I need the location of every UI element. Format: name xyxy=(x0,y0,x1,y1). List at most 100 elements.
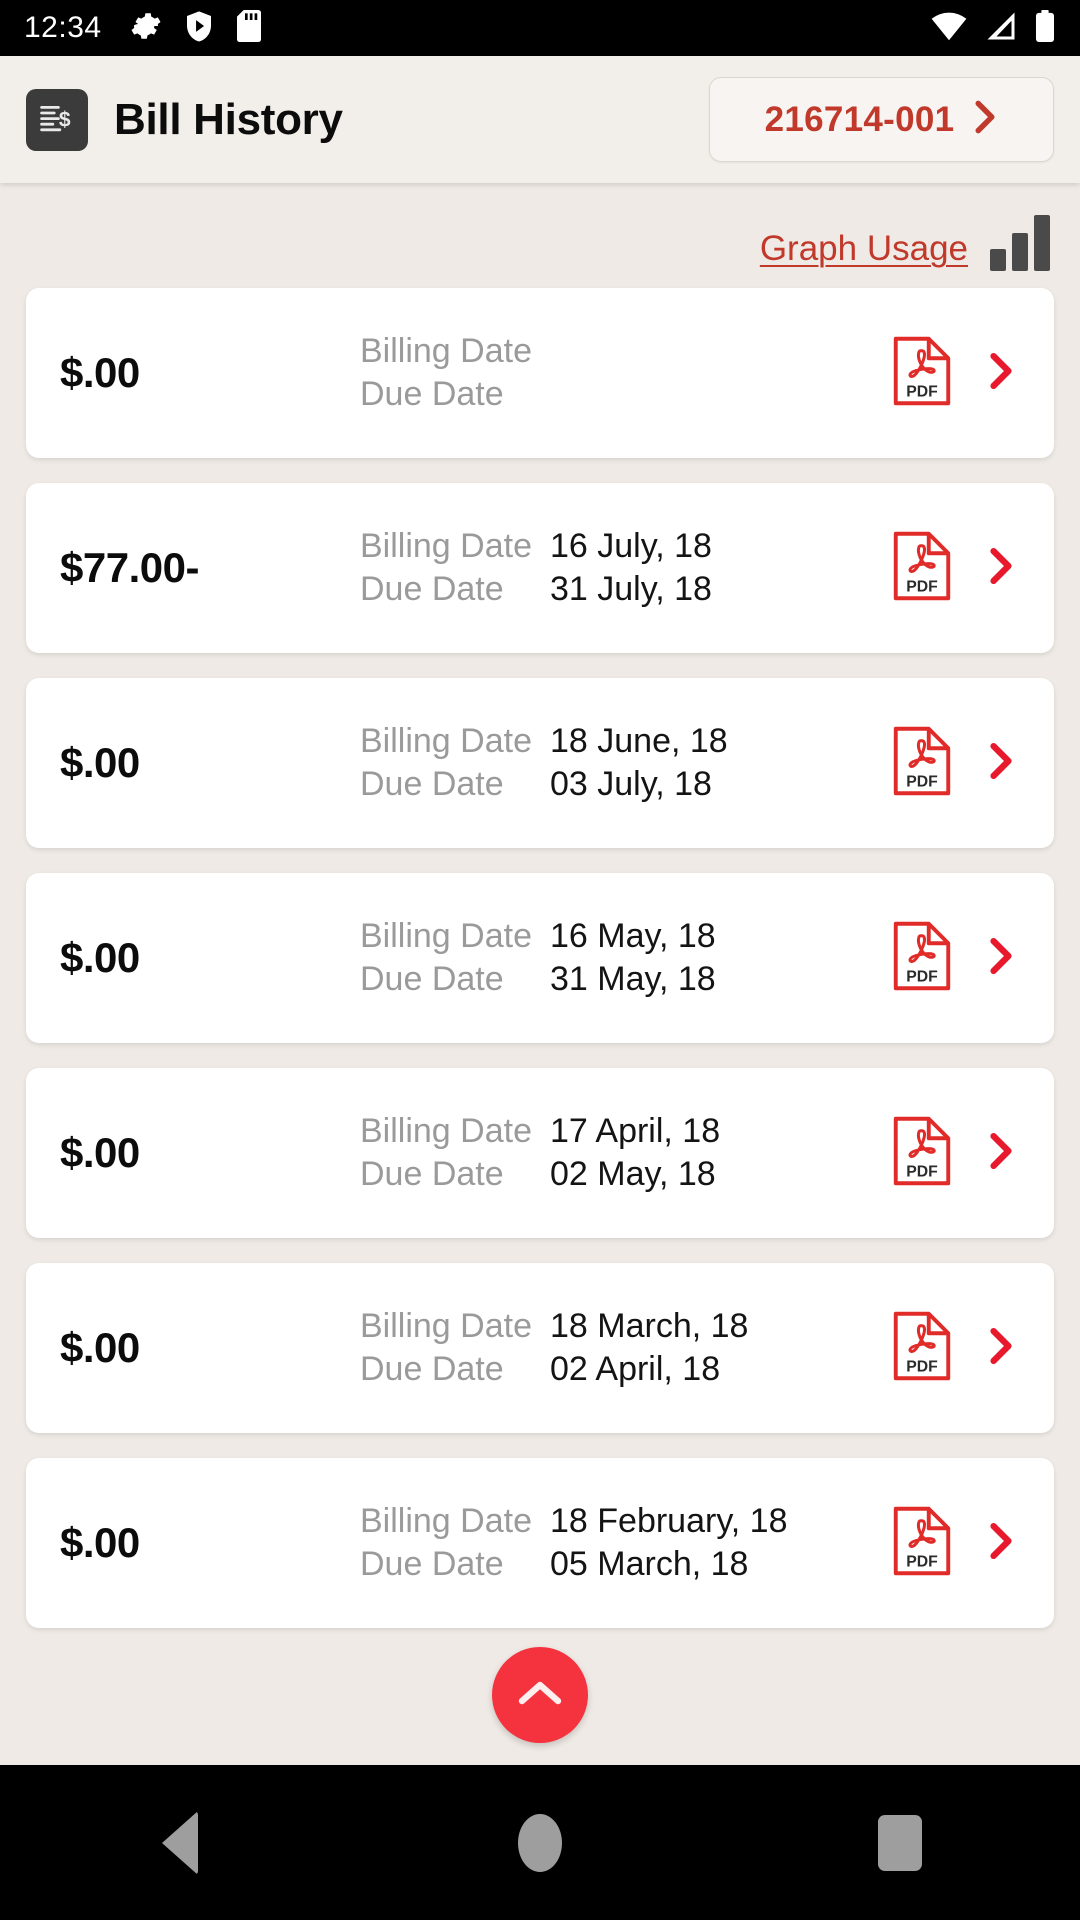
bill-dates: Billing Date 16 May, 18 Due Date 31 May,… xyxy=(360,917,892,999)
pdf-icon[interactable]: PDF xyxy=(892,920,952,997)
billing-date-line: Billing Date 16 July, 18 xyxy=(360,527,892,566)
bill-dates: Billing Date 17 April, 18 Due Date 02 Ma… xyxy=(360,1112,892,1194)
due-date-label: Due Date xyxy=(360,1155,504,1193)
billing-date-line: Billing Date 18 June, 18 xyxy=(360,722,892,761)
chevron-right-icon xyxy=(972,100,998,139)
row-actions: PDF xyxy=(892,920,1020,997)
home-circle-icon xyxy=(518,1813,562,1872)
bill-amount: $.00 xyxy=(60,934,140,981)
svg-text:$: $ xyxy=(59,108,71,131)
nav-back-button[interactable] xyxy=(110,1793,250,1893)
table-row[interactable]: $77.00- Billing Date 16 July, 18 Due Dat… xyxy=(26,483,1054,653)
table-row[interactable]: $.00 Billing Date 18 March, 18 Due Date … xyxy=(26,1263,1054,1433)
bill-amount: $.00 xyxy=(60,1129,140,1176)
graph-usage-link[interactable]: Graph Usage xyxy=(760,229,968,271)
due-date-line: Due Date 03 July, 18 xyxy=(360,765,892,804)
chevron-up-icon xyxy=(516,1676,564,1715)
row-chevron-right-icon[interactable] xyxy=(988,1132,1014,1175)
back-triangle-icon xyxy=(162,1810,198,1875)
svg-text:PDF: PDF xyxy=(906,1163,938,1180)
pdf-icon[interactable]: PDF xyxy=(892,725,952,802)
billing-date-line: Billing Date 17 April, 18 xyxy=(360,1112,892,1151)
billing-date-value: 18 March, 18 xyxy=(550,1307,749,1345)
table-row[interactable]: $.00 Billing Date 16 May, 18 Due Date 31… xyxy=(26,873,1054,1043)
bar-chart-icon[interactable] xyxy=(990,215,1050,271)
pdf-icon[interactable]: PDF xyxy=(892,335,952,412)
scroll-to-top-button[interactable] xyxy=(492,1647,588,1743)
due-date-value: 02 May, 18 xyxy=(550,1155,716,1193)
cellular-signal-icon xyxy=(984,11,1018,46)
bill-dates: Billing Date 18 March, 18 Due Date 02 Ap… xyxy=(360,1307,892,1389)
row-actions: PDF xyxy=(892,725,1020,802)
nav-home-button[interactable] xyxy=(470,1793,610,1893)
svg-text:PDF: PDF xyxy=(906,578,938,595)
row-actions: PDF xyxy=(892,1505,1020,1582)
billing-date-label: Billing Date xyxy=(360,527,532,565)
row-actions: PDF xyxy=(892,530,1020,607)
row-chevron-right-icon[interactable] xyxy=(988,352,1014,395)
billing-date-value: 17 April, 18 xyxy=(550,1112,721,1150)
due-date-label: Due Date xyxy=(360,375,504,413)
row-actions: PDF xyxy=(892,335,1020,412)
sd-card-icon xyxy=(236,9,262,47)
due-date-value: 02 April, 18 xyxy=(550,1350,721,1388)
due-date-line: Due Date xyxy=(360,375,892,414)
pdf-icon[interactable]: PDF xyxy=(892,530,952,607)
bill-amount: $77.00- xyxy=(60,544,199,591)
billing-date-value: 16 May, 18 xyxy=(550,917,716,955)
billing-date-line: Billing Date 18 March, 18 xyxy=(360,1307,892,1346)
row-chevron-right-icon[interactable] xyxy=(988,1327,1014,1370)
pdf-icon[interactable]: PDF xyxy=(892,1505,952,1582)
due-date-line: Due Date 02 May, 18 xyxy=(360,1155,892,1194)
phone-screen: 12:34 $ Bill History 216714-001 Graph Us… xyxy=(0,0,1080,1920)
bill-dates: Billing Date 16 July, 18 Due Date 31 Jul… xyxy=(360,527,892,609)
account-selector-button[interactable]: 216714-001 xyxy=(709,77,1054,162)
page-title: Bill History xyxy=(114,94,343,144)
due-date-label: Due Date xyxy=(360,570,504,608)
billing-date-line: Billing Date xyxy=(360,332,892,371)
status-bar-notification-icons xyxy=(130,9,262,47)
billing-date-label: Billing Date xyxy=(360,1307,532,1345)
billing-date-label: Billing Date xyxy=(360,722,532,760)
wifi-icon xyxy=(930,11,968,46)
svg-text:PDF: PDF xyxy=(906,773,938,790)
billing-date-label: Billing Date xyxy=(360,332,532,370)
due-date-line: Due Date 31 July, 18 xyxy=(360,570,892,609)
bill-amount: $.00 xyxy=(60,1519,140,1566)
due-date-line: Due Date 31 May, 18 xyxy=(360,960,892,999)
row-actions: PDF xyxy=(892,1115,1020,1192)
row-actions: PDF xyxy=(892,1310,1020,1387)
pdf-icon[interactable]: PDF xyxy=(892,1310,952,1387)
svg-text:PDF: PDF xyxy=(906,1358,938,1375)
table-row[interactable]: $.00 Billing Date 18 June, 18 Due Date 0… xyxy=(26,678,1054,848)
due-date-label: Due Date xyxy=(360,1545,504,1583)
billing-date-line: Billing Date 16 May, 18 xyxy=(360,917,892,956)
header-title-group: $ Bill History xyxy=(26,88,343,151)
table-row[interactable]: $.00 Billing Date Due Date PDF xyxy=(26,288,1054,458)
bill-document-dollar-icon: $ xyxy=(26,88,88,151)
row-chevron-right-icon[interactable] xyxy=(988,547,1014,590)
gear-icon xyxy=(130,10,162,47)
nav-recents-button[interactable] xyxy=(830,1793,970,1893)
billing-date-value: 18 June, 18 xyxy=(550,722,728,760)
svg-text:PDF: PDF xyxy=(906,383,938,400)
graph-usage-row[interactable]: Graph Usage xyxy=(760,215,1050,271)
pdf-icon[interactable]: PDF xyxy=(892,1115,952,1192)
table-row[interactable]: $.00 Billing Date 17 April, 18 Due Date … xyxy=(26,1068,1054,1238)
due-date-line: Due Date 05 March, 18 xyxy=(360,1545,892,1584)
bill-dates: Billing Date 18 February, 18 Due Date 05… xyxy=(360,1502,892,1584)
due-date-label: Due Date xyxy=(360,960,504,998)
row-chevron-right-icon[interactable] xyxy=(988,937,1014,980)
row-chevron-right-icon[interactable] xyxy=(988,742,1014,785)
table-row[interactable]: $.00 Billing Date 18 February, 18 Due Da… xyxy=(26,1458,1054,1628)
billing-date-line: Billing Date 18 February, 18 xyxy=(360,1502,892,1541)
svg-text:PDF: PDF xyxy=(906,1553,938,1570)
due-date-label: Due Date xyxy=(360,1350,504,1388)
billing-date-value: 16 July, 18 xyxy=(550,527,712,565)
status-bar: 12:34 xyxy=(0,0,1080,56)
bill-amount: $.00 xyxy=(60,739,140,786)
bill-dates: Billing Date 18 June, 18 Due Date 03 Jul… xyxy=(360,722,892,804)
row-chevron-right-icon[interactable] xyxy=(988,1522,1014,1565)
android-nav-bar xyxy=(0,1765,1080,1920)
play-protect-shield-icon xyxy=(184,10,214,47)
